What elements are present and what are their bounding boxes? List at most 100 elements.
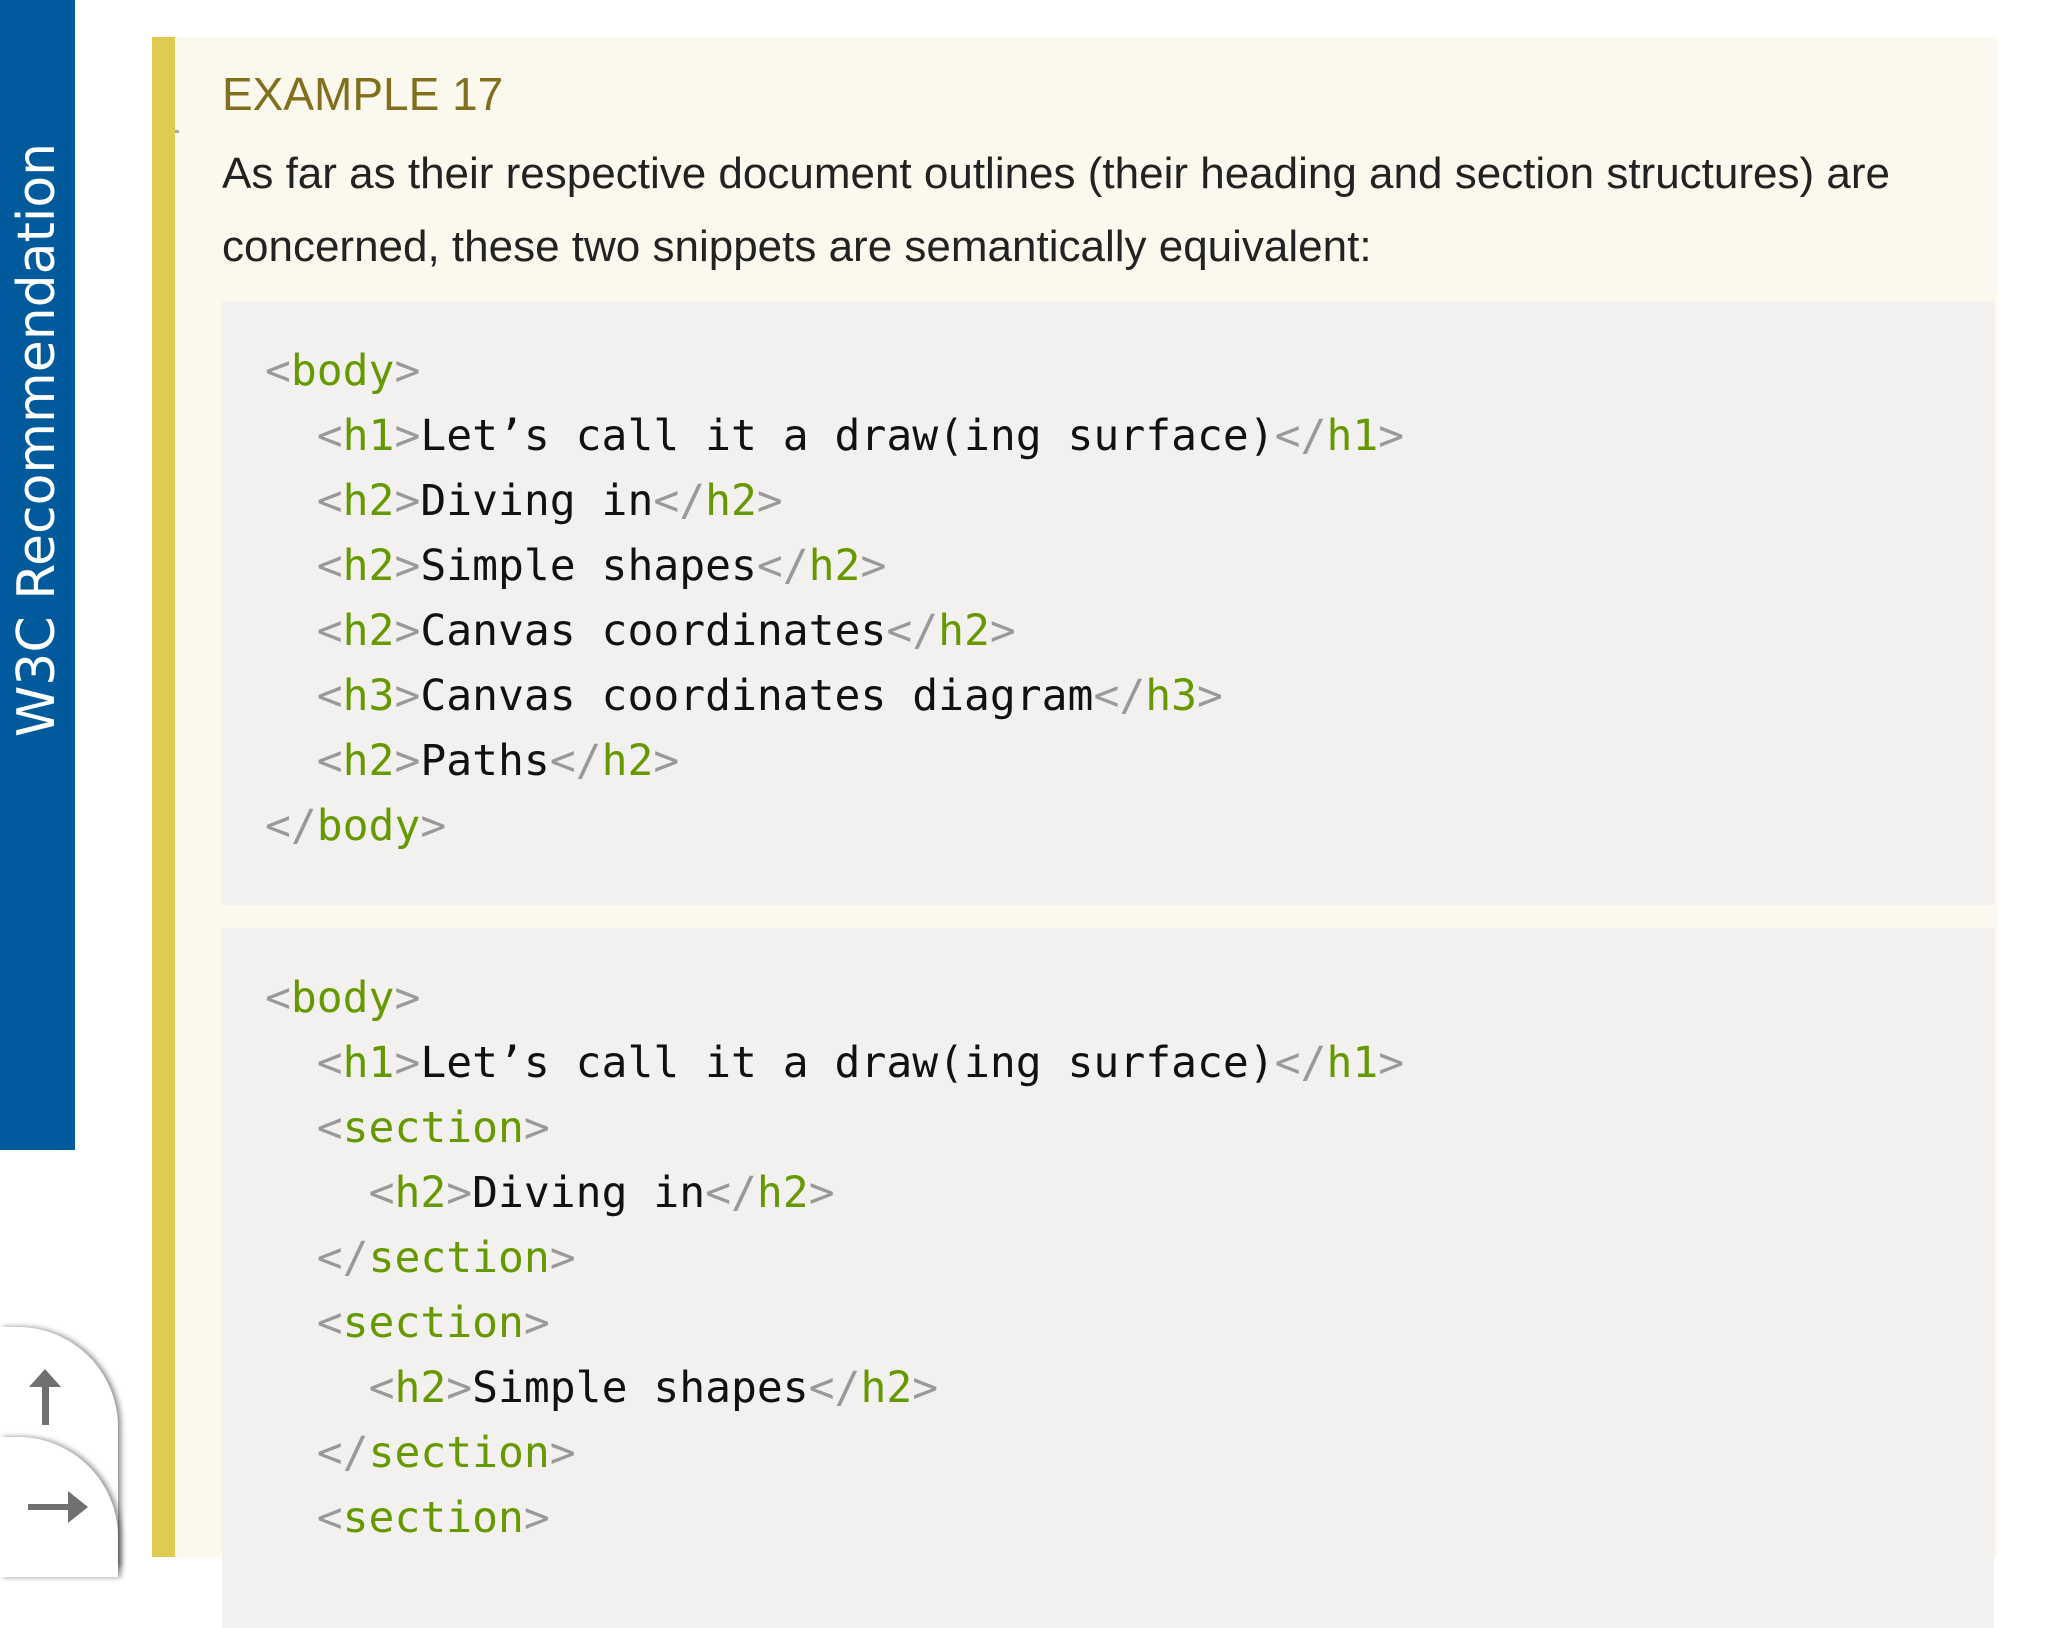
code-tag-name: section	[368, 1233, 550, 1283]
code-punctuation: <	[368, 1168, 395, 1218]
code-punctuation: </	[1093, 671, 1146, 721]
code-line: <h2>Simple shapes</h2>	[265, 1356, 1994, 1421]
code-line: <h1>Let’s call it a draw(ing surface)</h…	[265, 1031, 1994, 1096]
code-tag-name: h2	[342, 736, 395, 786]
code-punctuation: >	[1378, 1038, 1405, 1088]
code-punctuation: >	[394, 606, 421, 656]
code-punctuation: <	[316, 1298, 343, 1348]
code-snippet-2: <body> <h1>Let’s call it a draw(ing surf…	[222, 928, 1994, 1628]
arrow-up-icon	[29, 1369, 61, 1425]
code-punctuation: <	[316, 1103, 343, 1153]
code-punctuation: >	[808, 1168, 835, 1218]
code-punctuation: </	[756, 541, 809, 591]
code-tag-name: h2	[394, 1168, 447, 1218]
code-line: <h1>Let’s call it a draw(ing surface)</h…	[265, 404, 1994, 469]
code-text: Simple shapes	[472, 1363, 809, 1413]
code-punctuation: >	[756, 476, 783, 526]
code-punctuation: <	[316, 541, 343, 591]
code-punctuation: </	[549, 736, 602, 786]
code-line: </body>	[265, 794, 1994, 859]
code-punctuation: </	[316, 1233, 369, 1283]
code-punctuation: </	[886, 606, 939, 656]
code-punctuation: >	[394, 671, 421, 721]
code-punctuation: >	[523, 1298, 550, 1348]
code-text: Canvas coordinates	[420, 606, 887, 656]
code-tag-name: h1	[1326, 1038, 1379, 1088]
code-tag-name: section	[342, 1298, 524, 1348]
code-text: Diving in	[420, 476, 654, 526]
code-line: <section>	[265, 1096, 1994, 1161]
code-punctuation: >	[394, 476, 421, 526]
arrow-right-icon	[28, 1491, 88, 1523]
code-punctuation: >	[394, 541, 421, 591]
code-tag-name: h2	[342, 476, 395, 526]
code-line: <section>	[265, 1486, 1994, 1551]
code-tag-name: section	[342, 1103, 524, 1153]
code-text: Canvas coordinates diagram	[420, 671, 1094, 721]
code-punctuation: </	[653, 476, 706, 526]
code-tag-name: h1	[342, 1038, 395, 1088]
code-punctuation: <	[316, 476, 343, 526]
code-line: </section>	[265, 1421, 1994, 1486]
code-text: Diving in	[472, 1168, 706, 1218]
code-snippet-1: <body> <h1>Let’s call it a draw(ing surf…	[222, 301, 1994, 905]
code-line: <body>	[265, 966, 1994, 1031]
code-punctuation: </	[1274, 1038, 1327, 1088]
code-tag-name: h2	[342, 606, 395, 656]
code-tag-name: h1	[342, 411, 395, 461]
code-tag-name: h3	[1145, 671, 1197, 721]
code-punctuation: >	[860, 541, 887, 591]
code-tag-name: body	[316, 801, 421, 851]
code-punctuation: <	[265, 973, 291, 1023]
code-punctuation: <	[316, 411, 343, 461]
code-punctuation: >	[1378, 411, 1405, 461]
code-line: <h2>Diving in</h2>	[265, 1161, 1994, 1226]
code-punctuation: >	[446, 1168, 473, 1218]
code-punctuation: <	[316, 671, 343, 721]
code-punctuation: >	[394, 973, 421, 1023]
code-line: <body>	[265, 339, 1994, 404]
code-tag-name: h2	[342, 541, 395, 591]
code-line: <h2>Simple shapes</h2>	[265, 534, 1994, 599]
code-tag-name: section	[368, 1428, 550, 1478]
code-punctuation: >	[912, 1363, 939, 1413]
w3c-status-sidebar: W3C Recommendation	[0, 0, 75, 1150]
code-line: <section>	[265, 1291, 1994, 1356]
code-punctuation: >	[420, 801, 447, 851]
code-punctuation: <	[316, 1038, 343, 1088]
example-title: EXAMPLE 17	[222, 68, 504, 120]
code-line: <h2>Canvas coordinates</h2>	[265, 599, 1994, 664]
code-tag-name: h2	[705, 476, 757, 526]
code-text: Let’s call it a draw(ing surface)	[420, 411, 1275, 461]
code-tag-name: h2	[394, 1363, 447, 1413]
code-punctuation: >	[394, 1038, 421, 1088]
code-tag-name: h2	[756, 1168, 809, 1218]
code-tag-name: h3	[342, 671, 395, 721]
status-label: W3C Recommendation	[7, 142, 67, 738]
code-tag-name: body	[290, 346, 395, 396]
code-punctuation: >	[549, 1233, 576, 1283]
code-line: <h3>Canvas coordinates diagram</h3>	[265, 664, 1994, 729]
code-tag-name: body	[290, 973, 395, 1023]
code-text: Paths	[420, 736, 550, 786]
code-punctuation: >	[394, 346, 421, 396]
code-punctuation: <	[316, 606, 343, 656]
code-punctuation: >	[653, 736, 680, 786]
example-box: EXAMPLE 17 As far as their respective do…	[152, 37, 1997, 1628]
code-punctuation: >	[549, 1428, 576, 1478]
code-punctuation: <	[316, 736, 343, 786]
code-tag-name: h2	[860, 1363, 913, 1413]
code-punctuation: >	[394, 736, 421, 786]
code-punctuation: </	[316, 1428, 369, 1478]
